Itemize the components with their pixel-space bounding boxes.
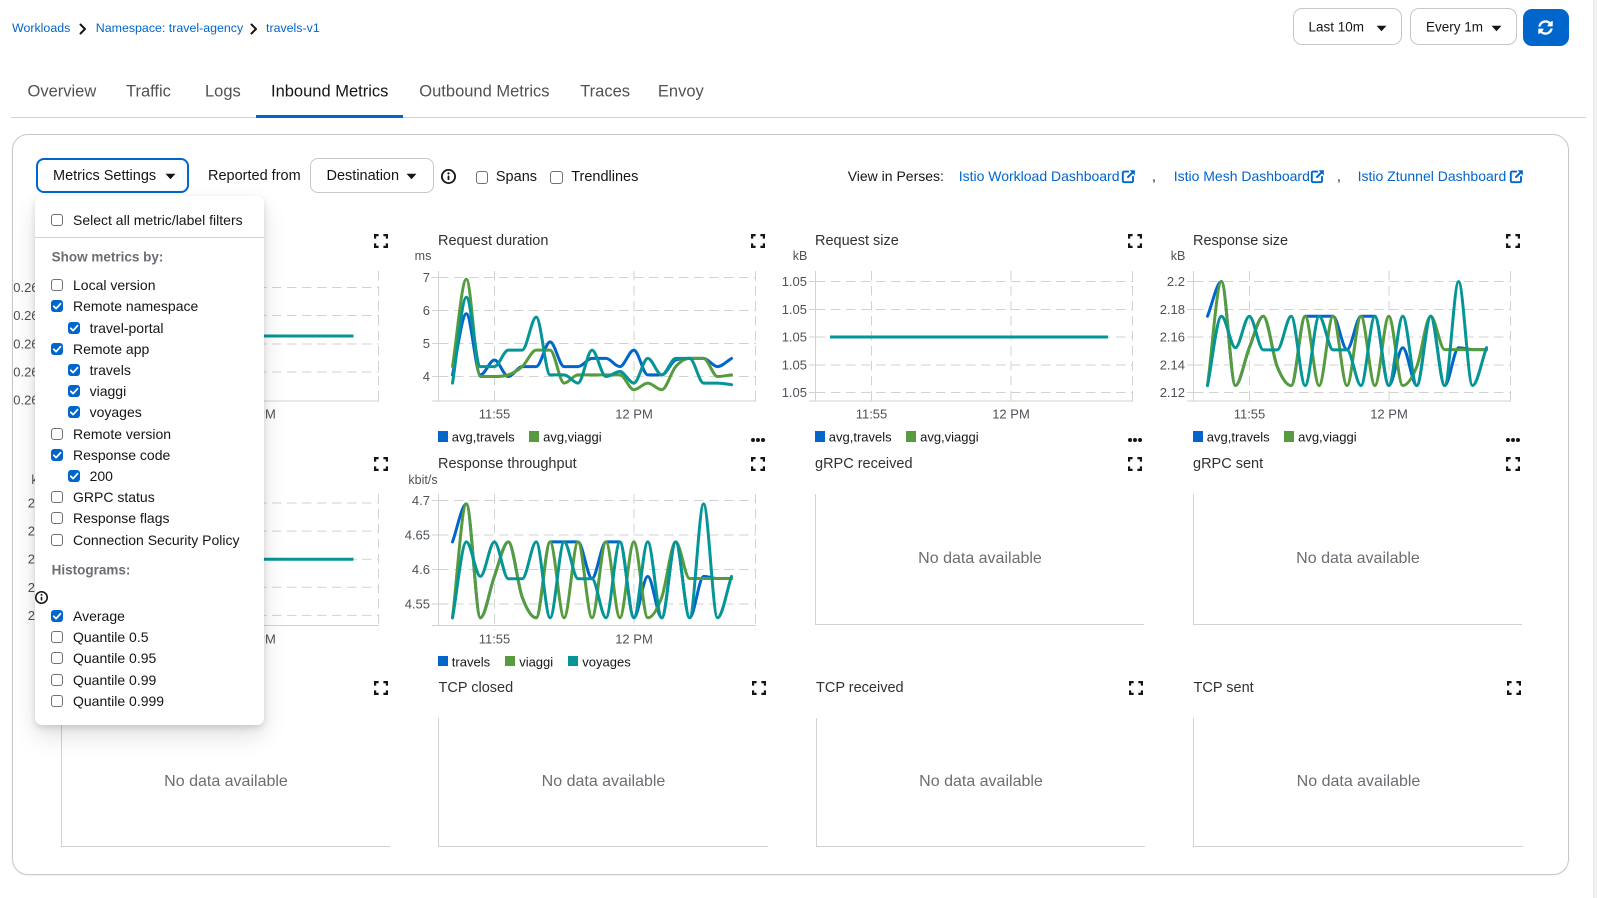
svg-text:1.05: 1.05: [782, 302, 807, 317]
svg-text:2.12: 2.12: [1160, 385, 1185, 400]
svg-text:2.16: 2.16: [1160, 329, 1185, 344]
svg-text:2.18: 2.18: [1160, 302, 1185, 317]
svg-text:4.7: 4.7: [412, 493, 430, 508]
svg-text:1.05: 1.05: [782, 329, 807, 344]
svg-text:1.05: 1.05: [782, 357, 807, 372]
svg-text:6: 6: [423, 303, 430, 318]
svg-text:1.05: 1.05: [782, 385, 807, 400]
svg-text:2.2: 2.2: [1167, 274, 1185, 289]
svg-text:5: 5: [423, 336, 430, 351]
svg-text:4.6: 4.6: [412, 562, 430, 577]
svg-text:2.14: 2.14: [1160, 357, 1185, 372]
svg-text:4: 4: [423, 369, 430, 384]
svg-text:4.55: 4.55: [405, 596, 430, 611]
svg-text:7: 7: [423, 270, 430, 285]
svg-text:1.05: 1.05: [782, 274, 807, 289]
svg-text:4.65: 4.65: [405, 527, 430, 542]
